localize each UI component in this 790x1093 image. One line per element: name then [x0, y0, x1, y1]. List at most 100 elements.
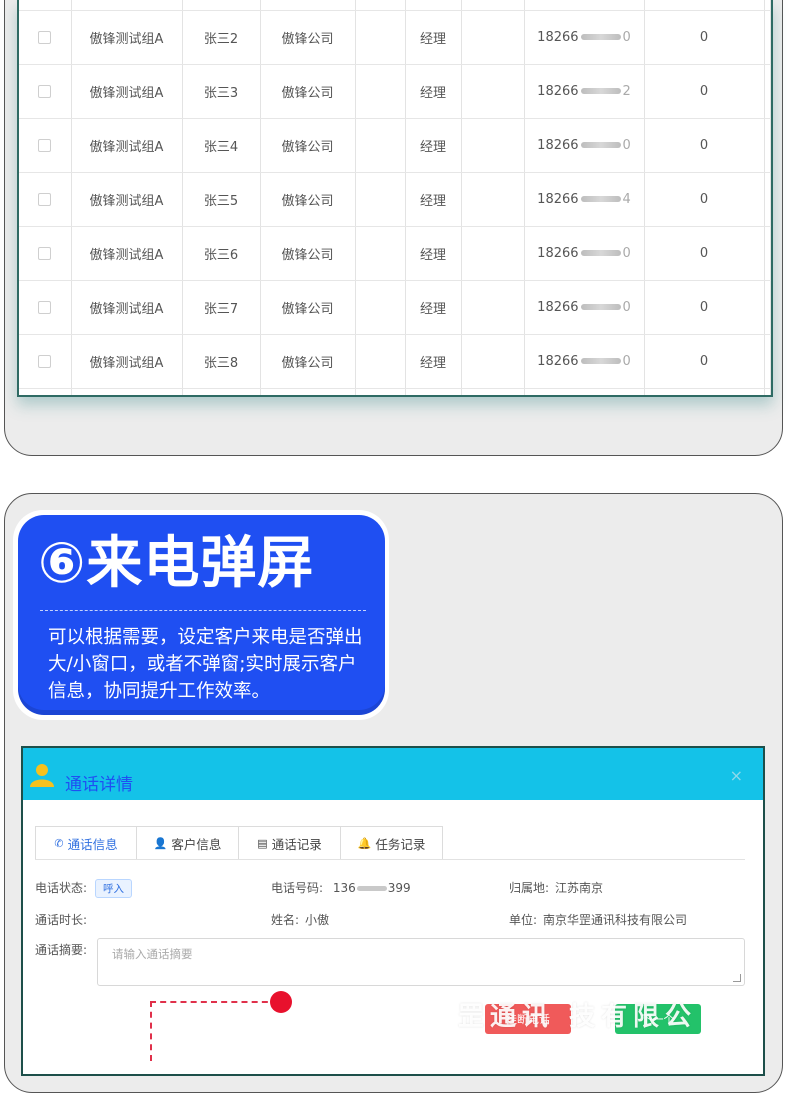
annotation-line: [150, 1001, 278, 1003]
cell-company: 傲锋公司: [260, 64, 356, 119]
location-field: 归属地: 江苏南京: [509, 879, 603, 896]
cell-empty: [461, 172, 525, 227]
feature-description: 可以根据需要，设定客户来电是否弹出大/小窗口，或者不弹窗;实时展示客户信息，协同…: [48, 627, 363, 702]
row-checkbox-cell: [19, 64, 72, 119]
phone-suffix: 2: [622, 83, 631, 99]
phone-suffix: 4: [622, 191, 631, 207]
table-row: 傲锋测试组A 张三3 傲锋公司 经理 18266 2 0: [19, 64, 771, 119]
cell-company: 傲锋公司: [260, 280, 356, 335]
cell-empty: [764, 118, 771, 173]
table-row: [19, 0, 771, 11]
phone-mask: [580, 88, 621, 94]
row-checkbox[interactable]: [38, 300, 52, 314]
cell-name: 张三2: [182, 10, 261, 65]
duration-label: 通话时长:: [35, 913, 88, 927]
row-checkbox-cell: [19, 334, 72, 389]
cell-phone: 18266 0: [524, 10, 645, 65]
tab-label: 任务记录: [375, 836, 426, 852]
cell-name: 张三6: [182, 226, 261, 281]
row-checkbox-cell: [19, 172, 72, 227]
cell-group: 傲锋测试组A: [71, 10, 183, 65]
row-checkbox[interactable]: [38, 30, 52, 44]
cell-phone: 18266 0: [524, 118, 645, 173]
row-checkbox-cell: [19, 280, 72, 335]
tab-label: 通话信息: [67, 836, 118, 852]
summary-input[interactable]: 请输入通话摘要: [97, 938, 745, 986]
phone-prefix: 18266: [537, 353, 579, 369]
tab-label: 客户信息: [171, 836, 222, 852]
cell-name: 张三7: [182, 280, 261, 335]
cell-empty: [461, 334, 525, 389]
table-row: 傲锋测试组A 张三8 傲锋公司 经理 18266 0 0: [19, 334, 771, 389]
cell-phone: 18266 2: [524, 64, 645, 119]
phone-mask: [580, 34, 621, 40]
cell-position: 经理: [405, 118, 462, 173]
cell-group: 傲锋测试组A: [71, 172, 183, 227]
table-row: 傲锋测试组A 张三7 傲锋公司 经理 18266 0 0: [19, 280, 771, 335]
feature-title: ⑥来电弹屏: [38, 530, 314, 598]
phone-mask: [580, 358, 621, 364]
cell-phone: 18266 0: [524, 226, 645, 281]
close-icon[interactable]: ×: [730, 766, 743, 785]
name-label: 姓名:: [271, 913, 300, 927]
cell-position: 经理: [405, 280, 462, 335]
cell-company: 傲锋公司: [260, 10, 356, 65]
unit-field: 单位: 南京华罡通讯科技有限公司: [509, 911, 687, 928]
phone-prefix: 18266: [537, 137, 579, 153]
status-badge: 呼入: [95, 879, 133, 898]
cell-empty: [461, 226, 525, 281]
phone-prefix: 18266: [537, 299, 579, 315]
annotation-dot: [270, 991, 292, 1013]
tab-customer-info[interactable]: 👤 客户信息: [137, 826, 239, 860]
cell-name: 张三5: [182, 172, 261, 227]
phone-mask: [580, 304, 621, 310]
row-checkbox[interactable]: [38, 192, 52, 206]
table-row: 傲锋测试组A 张三2 傲锋公司 经理 18266 0 0: [19, 10, 771, 65]
phone-field: 电话号码: 136 399: [271, 879, 411, 896]
cell-count: 0: [644, 280, 765, 335]
feature-title-text: 来电弹屏: [86, 531, 315, 596]
unit-label: 单位:: [509, 913, 538, 927]
cell-group: 傲锋测试组A: [71, 118, 183, 173]
tab-task-records[interactable]: 🔔 任务记录: [341, 826, 443, 860]
phone-mask: [580, 142, 621, 148]
phone-prefix: 136: [332, 881, 356, 895]
phone-suffix: 399: [387, 881, 411, 895]
table-row: [19, 388, 771, 395]
row-checkbox[interactable]: [38, 84, 52, 98]
cell-name: 张三4: [182, 118, 261, 173]
tab-call-info[interactable]: ✆ 通话信息: [35, 826, 137, 860]
cell-empty: [355, 334, 406, 389]
cell-empty: [764, 172, 771, 227]
cell-empty: [355, 118, 406, 173]
phone-mask: [356, 886, 387, 891]
phone-suffix: 0: [622, 353, 631, 369]
cell-empty: [764, 280, 771, 335]
row-checkbox[interactable]: [38, 354, 52, 368]
phone-suffix: 0: [622, 299, 631, 315]
cell-empty: [355, 226, 406, 281]
phone-suffix: 0: [622, 29, 631, 45]
cell-empty: [461, 280, 525, 335]
row-checkbox[interactable]: [38, 138, 52, 152]
resize-handle[interactable]: [733, 974, 741, 982]
cell-empty: [355, 10, 406, 65]
cell-phone: 18266 0: [524, 334, 645, 389]
cell-empty: [461, 118, 525, 173]
location-value: 江苏南京: [555, 881, 604, 895]
phone-icon: ✆: [54, 836, 64, 850]
cell-empty: [355, 172, 406, 227]
calendar-icon: ▤: [257, 836, 268, 850]
cell-company: 傲锋公司: [260, 172, 356, 227]
cell-empty: [355, 280, 406, 335]
phone-label: 电话号码:: [271, 881, 324, 895]
duration-field: 通话时长:: [35, 911, 87, 928]
dialog-tabs: ✆ 通话信息 👤 客户信息 ▤ 通话记录 🔔 任务记录: [35, 826, 443, 860]
cell-phone: 18266 0: [524, 280, 645, 335]
tabs-divider: [35, 859, 745, 860]
row-checkbox[interactable]: [38, 246, 52, 260]
phone-prefix: 18266: [537, 83, 579, 99]
tab-call-records[interactable]: ▤ 通话记录: [239, 826, 341, 860]
phone-prefix: 18266: [537, 29, 579, 45]
cell-group: 傲锋测试组A: [71, 64, 183, 119]
